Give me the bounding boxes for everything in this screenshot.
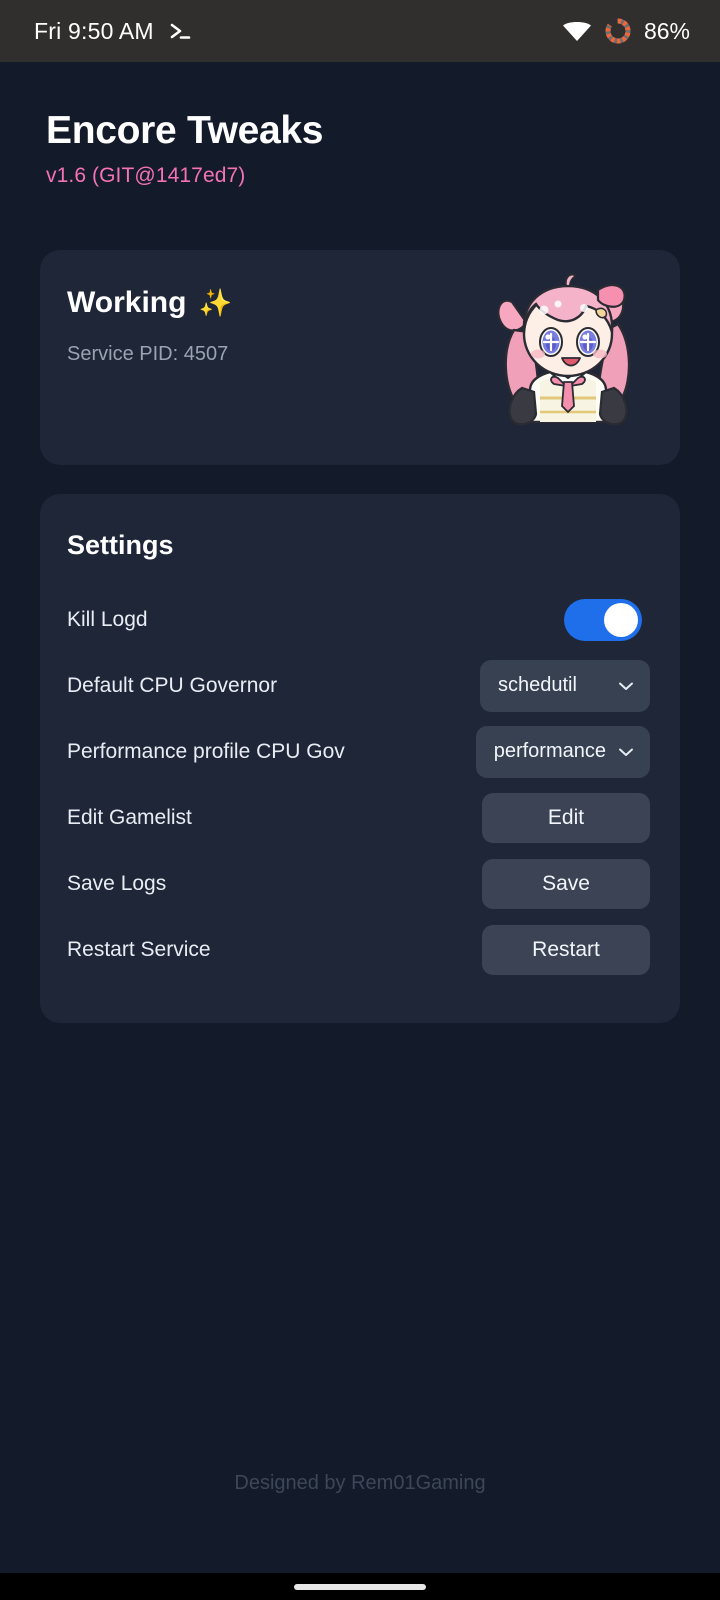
- setting-row-default-cpu-governor: Default CPU Governor schedutil: [67, 653, 650, 719]
- footer-credit-label: Designed by Rem01Gaming: [234, 1472, 486, 1494]
- terminal-prompt-icon: [168, 20, 194, 42]
- phone-screen: Fri 9:50 AM 86% Encore Tweaks v1.6 (GIT@…: [0, 0, 720, 1600]
- default-cpu-governor-value: schedutil: [498, 674, 577, 697]
- app-footer: Designed by Rem01Gaming: [40, 1472, 680, 1573]
- status-bar-left: Fri 9:50 AM: [34, 18, 194, 45]
- status-bar-right: 86%: [562, 17, 690, 45]
- status-bar-clock: Fri 9:50 AM: [34, 17, 154, 44]
- setting-row-performance-profile-cpu-gov: Performance profile CPU Gov performance: [67, 719, 650, 785]
- setting-label-default-cpu-governor: Default CPU Governor: [67, 673, 278, 697]
- app-header: Encore Tweaks v1.6 (GIT@1417ed7): [40, 62, 680, 188]
- settings-card-title: Settings: [67, 529, 174, 560]
- app-version-label: v1.6 (GIT@1417ed7): [46, 163, 246, 187]
- setting-label-kill-logd: Kill Logd: [67, 607, 148, 631]
- anime-mascot-illustration: [478, 272, 658, 432]
- home-gesture-pill[interactable]: [294, 1583, 426, 1590]
- performance-profile-cpu-gov-value: performance: [493, 740, 606, 763]
- setting-label-performance-profile-cpu-gov: Performance profile CPU Gov: [67, 739, 345, 763]
- setting-label-edit-gamelist: Edit Gamelist: [67, 805, 192, 829]
- save-logs-button[interactable]: Save: [482, 858, 650, 909]
- setting-label-restart-service: Restart Service: [67, 937, 211, 961]
- service-status-text: Working ✨ Service PID: 4507: [67, 286, 232, 367]
- setting-row-kill-logd: Kill Logd: [67, 587, 650, 653]
- performance-profile-cpu-gov-dropdown[interactable]: performance: [475, 725, 650, 778]
- service-status-card: Working ✨ Service PID: 4507: [40, 249, 680, 465]
- chevron-down-icon: [616, 676, 636, 696]
- app-content: Encore Tweaks v1.6 (GIT@1417ed7) Working…: [0, 62, 720, 1573]
- sparkles-icon: ✨: [198, 287, 233, 318]
- setting-label-save-logs: Save Logs: [67, 871, 167, 895]
- service-status-heading: Working ✨: [67, 286, 232, 321]
- service-pid-label: Service PID: 4507: [67, 343, 229, 366]
- setting-row-edit-gamelist: Edit Gamelist Edit: [67, 785, 650, 851]
- setting-row-restart-service: Restart Service Restart: [67, 917, 650, 983]
- page-title: Encore Tweaks: [46, 109, 324, 152]
- battery-ring-icon: [604, 17, 632, 45]
- wifi-icon: [562, 19, 592, 43]
- status-bar: Fri 9:50 AM 86%: [0, 0, 720, 62]
- system-navigation-bar: [0, 1573, 720, 1600]
- chevron-down-icon: [616, 742, 636, 762]
- settings-card: Settings Kill Logd Default CPU Governor …: [40, 493, 680, 1023]
- setting-row-save-logs: Save Logs Save: [67, 851, 650, 917]
- toggle-knob: [604, 602, 638, 637]
- battery-percent-label: 86%: [643, 17, 690, 44]
- service-status-label: Working: [67, 285, 187, 319]
- edit-gamelist-button[interactable]: Edit: [482, 792, 650, 843]
- restart-service-button[interactable]: Restart: [482, 924, 650, 975]
- kill-logd-toggle[interactable]: [564, 598, 642, 641]
- default-cpu-governor-dropdown[interactable]: schedutil: [480, 659, 650, 712]
